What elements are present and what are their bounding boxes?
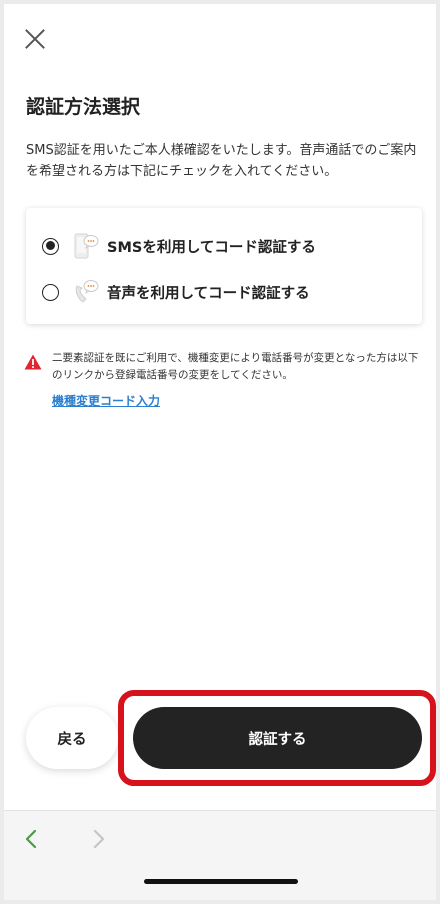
home-indicator bbox=[144, 879, 298, 884]
browser-toolbar bbox=[4, 810, 436, 900]
option-voice[interactable]: 音声を利用してコード認証する bbox=[42, 274, 402, 310]
back-button[interactable]: 戻る bbox=[26, 707, 118, 769]
chevron-right-icon[interactable] bbox=[84, 825, 112, 853]
option-voice-label: 音声を利用してコード認証する bbox=[107, 285, 310, 302]
page-title: 認証方法選択 bbox=[26, 96, 141, 118]
notice-text: 二要素認証を既にご利用で、機種変更により電話番号が変更となった方は以下のリンクか… bbox=[52, 352, 419, 381]
option-sms-label: SMSを利用してコード認証する bbox=[107, 239, 316, 256]
auth-method-options: SMSを利用してコード認証する 音声を利用してコード認証する bbox=[26, 208, 422, 324]
voice-radio[interactable] bbox=[42, 283, 59, 301]
phone-message-icon bbox=[74, 233, 99, 259]
submit-auth-button[interactable]: 認証する bbox=[133, 707, 422, 769]
chevron-left-icon[interactable] bbox=[18, 825, 46, 853]
warning-icon bbox=[24, 354, 42, 370]
description-text: SMS認証を用いたご本人様確認をいたします。音声通話でのご案内を希望される方は下… bbox=[26, 143, 417, 179]
option-sms[interactable]: SMSを利用してコード認証する bbox=[42, 228, 402, 264]
model-change-code-link[interactable]: 機種変更コード入力 bbox=[52, 392, 160, 409]
handset-message-icon bbox=[75, 280, 99, 303]
app-screen: 認証方法選択 SMS認証を用いたご本人様確認をいたします。音声通話でのご案内を希… bbox=[4, 4, 436, 900]
close-icon[interactable] bbox=[24, 28, 46, 50]
sms-radio[interactable] bbox=[42, 237, 59, 255]
